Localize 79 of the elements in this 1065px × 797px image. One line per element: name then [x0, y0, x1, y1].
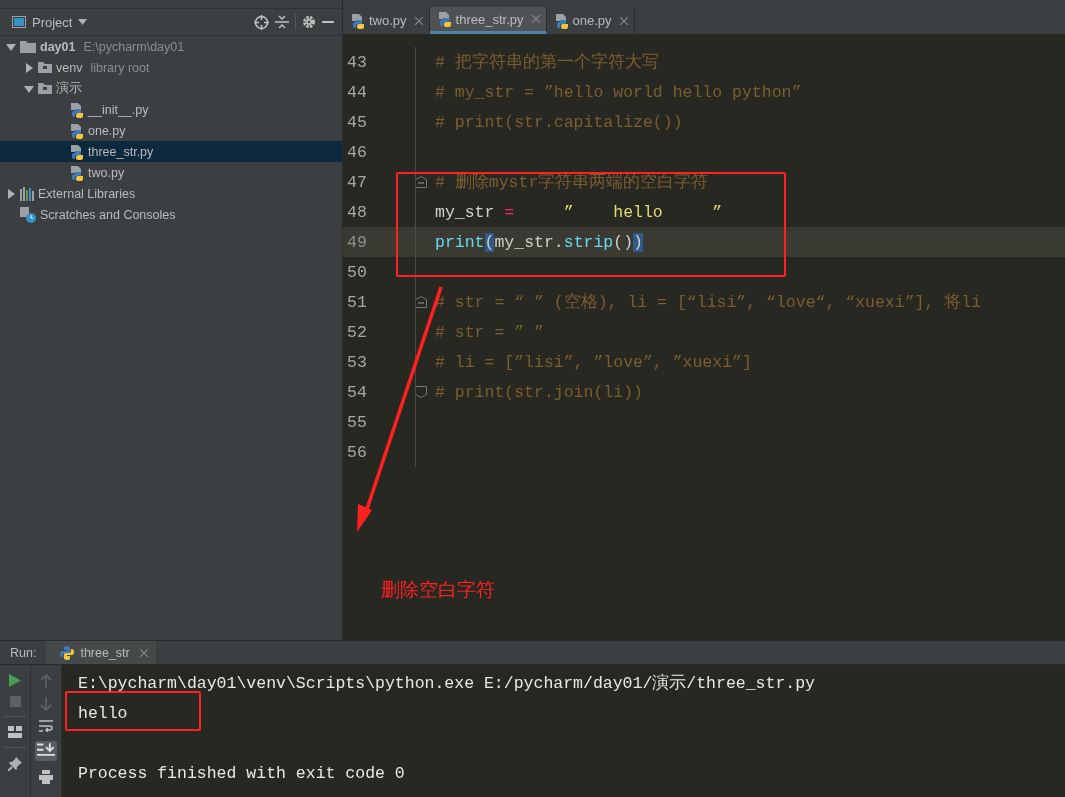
print-icon[interactable]	[39, 770, 53, 784]
editor-tab[interactable]: two.py	[343, 7, 430, 34]
code-line: # 把字符串的第一个字符大写	[434, 51, 659, 73]
tree-item[interactable]: 演示	[0, 78, 342, 99]
editor-tab[interactable]: three_str.py	[429, 7, 547, 34]
line-number: 52	[346, 322, 368, 342]
line-number: 50	[346, 262, 368, 282]
python-file-icon	[70, 101, 84, 118]
tree-item[interactable]: day01 E:\pycharm\day01	[0, 36, 342, 57]
folder-icon	[38, 62, 52, 73]
line-number: 49	[346, 232, 368, 252]
fold-end-icon[interactable]	[415, 386, 427, 398]
editor-tab[interactable]: one.py	[546, 7, 635, 34]
close-icon[interactable]	[414, 16, 423, 25]
console-output-line: hello	[78, 703, 128, 725]
python-file-icon	[554, 12, 569, 29]
path-hint: library root	[90, 60, 150, 75]
tree-item[interactable]: venv library root	[0, 57, 342, 78]
settings-icon[interactable]	[302, 15, 316, 29]
close-icon[interactable]	[139, 648, 148, 657]
library-bars-icon	[20, 186, 34, 201]
tree-item[interactable]: Scratches and Consoles	[0, 204, 342, 225]
line-number: 47	[346, 172, 368, 192]
line-number: 48	[346, 202, 368, 222]
python-file-icon	[437, 11, 452, 27]
line-number: 51	[346, 292, 368, 312]
tree-item[interactable]: __init__.py	[0, 99, 342, 120]
pin-icon[interactable]	[8, 757, 22, 771]
dropdown-caret-icon[interactable]	[78, 19, 88, 25]
scroll-to-end-icon[interactable]	[35, 741, 57, 761]
python-icon	[60, 645, 75, 660]
path-hint: E:\pycharm\day01	[83, 39, 185, 54]
project-view-dropdown[interactable]: Project	[32, 14, 73, 30]
python-file-icon	[70, 164, 84, 181]
annotation-label: 删除空白字符	[381, 577, 495, 602]
code-line: print(my_str.strip())	[434, 232, 643, 252]
line-number: 46	[346, 142, 368, 162]
fold-marker-icon[interactable]	[415, 296, 427, 308]
code-line: my_str = ” hello ”	[434, 202, 723, 222]
fold-marker-icon[interactable]	[415, 176, 427, 188]
tree-item[interactable]: three_str.py	[0, 141, 342, 162]
minimize-icon[interactable]	[322, 20, 334, 24]
folder-icon	[20, 40, 36, 53]
expand-arrow-icon[interactable]	[24, 62, 34, 73]
line-number: 43	[346, 52, 368, 72]
line-number: 53	[346, 352, 368, 372]
code-line: # li = [”lisi”, ”love”, ”xuexi”]	[434, 352, 752, 372]
scratches-icon	[20, 206, 36, 223]
line-number: 54	[346, 382, 368, 402]
tree-item[interactable]: two.py	[0, 162, 342, 183]
collapse-all-icon[interactable]	[275, 15, 289, 29]
close-icon[interactable]	[619, 16, 628, 25]
code-line: # str = ” ”	[434, 322, 544, 342]
expand-arrow-icon[interactable]	[6, 188, 16, 199]
run-icon[interactable]	[9, 674, 21, 687]
line-number: 56	[346, 442, 368, 462]
locate-crosshair-icon[interactable]	[254, 14, 269, 30]
collapse-arrow-icon[interactable]	[24, 83, 34, 94]
console-output-line: Process finished with exit code 0	[78, 763, 405, 785]
layout-icon[interactable]	[8, 726, 22, 738]
console-output-line: E:\pycharm\day01\venv\Scripts\python.exe E:/pycharm/day01/演示/three_str.py	[78, 673, 815, 695]
soft-wrap-icon[interactable]	[39, 720, 53, 732]
run-tab[interactable]: three_str	[46, 641, 156, 664]
code-line: # print(str.join(li))	[434, 382, 643, 402]
tree-item[interactable]: one.py	[0, 120, 342, 141]
python-file-icon	[70, 122, 84, 139]
folder-icon	[38, 83, 52, 94]
project-window-icon	[12, 16, 26, 28]
line-number: 55	[346, 412, 368, 432]
collapse-arrow-icon[interactable]	[6, 41, 16, 52]
python-file-icon	[70, 143, 84, 160]
python-file-icon	[351, 12, 365, 29]
code-line: # print(str.capitalize())	[434, 112, 683, 132]
tree-item[interactable]: External Libraries	[0, 183, 342, 204]
line-number: 44	[346, 82, 368, 102]
code-line: # my_str = ”hello world hello python”	[434, 82, 802, 102]
line-number: 45	[346, 112, 368, 132]
code-line: # 删除mystr字符串两端的空白字符	[434, 172, 709, 193]
run-label: Run:	[9, 644, 38, 662]
